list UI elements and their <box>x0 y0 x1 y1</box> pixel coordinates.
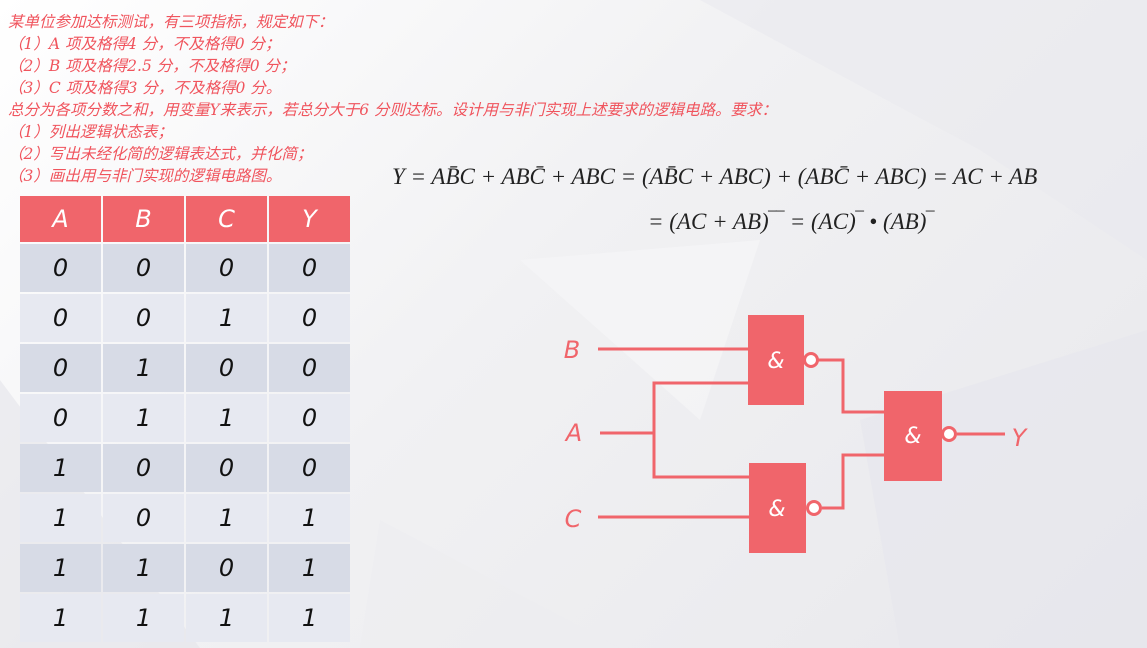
input-label-b: B <box>564 336 580 364</box>
output-label-y: Y <box>1012 424 1029 452</box>
inversion-bubble <box>806 500 822 516</box>
gate-symbol: & <box>768 497 785 522</box>
logic-circuit-diagram: & & & B A C Y <box>564 315 1029 553</box>
nand-gate-output: & <box>884 391 957 481</box>
input-label-a: A <box>564 419 582 447</box>
wire-bottom-out <box>822 453 884 510</box>
inversion-bubble <box>803 352 819 368</box>
nand-gate-top: & <box>748 315 819 405</box>
inversion-bubble <box>941 426 957 442</box>
wire-top-out <box>818 358 884 414</box>
nand-gate-bottom: & <box>749 463 822 553</box>
input-label-c: C <box>565 505 582 533</box>
wire-a-branches <box>652 381 749 479</box>
gate-symbol: & <box>904 424 921 449</box>
gate-symbol: & <box>767 349 784 374</box>
